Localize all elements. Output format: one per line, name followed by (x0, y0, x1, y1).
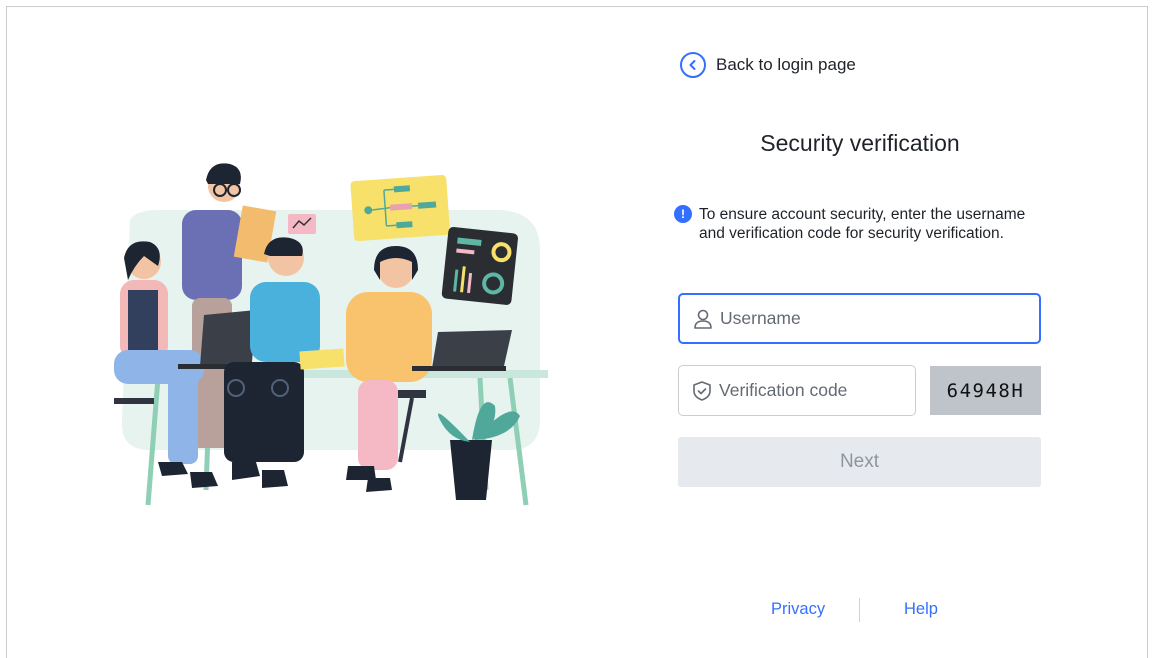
verification-code-input[interactable] (719, 380, 944, 401)
back-link-label: Back to login page (716, 55, 856, 74)
page-title: Security verification (760, 130, 960, 156)
privacy-link[interactable]: Privacy (771, 600, 825, 619)
username-field[interactable] (678, 293, 1041, 344)
shield-check-icon (691, 380, 713, 402)
security-notice-text: To ensure account security, enter the us… (699, 206, 1026, 242)
help-link[interactable]: Help (904, 600, 938, 619)
username-input[interactable] (720, 308, 1039, 329)
user-icon (692, 308, 714, 330)
verification-code-field[interactable] (678, 365, 944, 416)
team-illustration (114, 163, 548, 506)
captcha-image[interactable]: 64948H (930, 366, 1041, 415)
chevron-left-circle-icon (680, 52, 706, 78)
next-button[interactable]: Next (678, 437, 1041, 487)
security-notice: ! To ensure account security, enter the … (674, 205, 1044, 243)
back-to-login-link[interactable]: Back to login page (680, 50, 856, 80)
info-icon: ! (674, 205, 692, 223)
footer-divider (859, 598, 860, 622)
